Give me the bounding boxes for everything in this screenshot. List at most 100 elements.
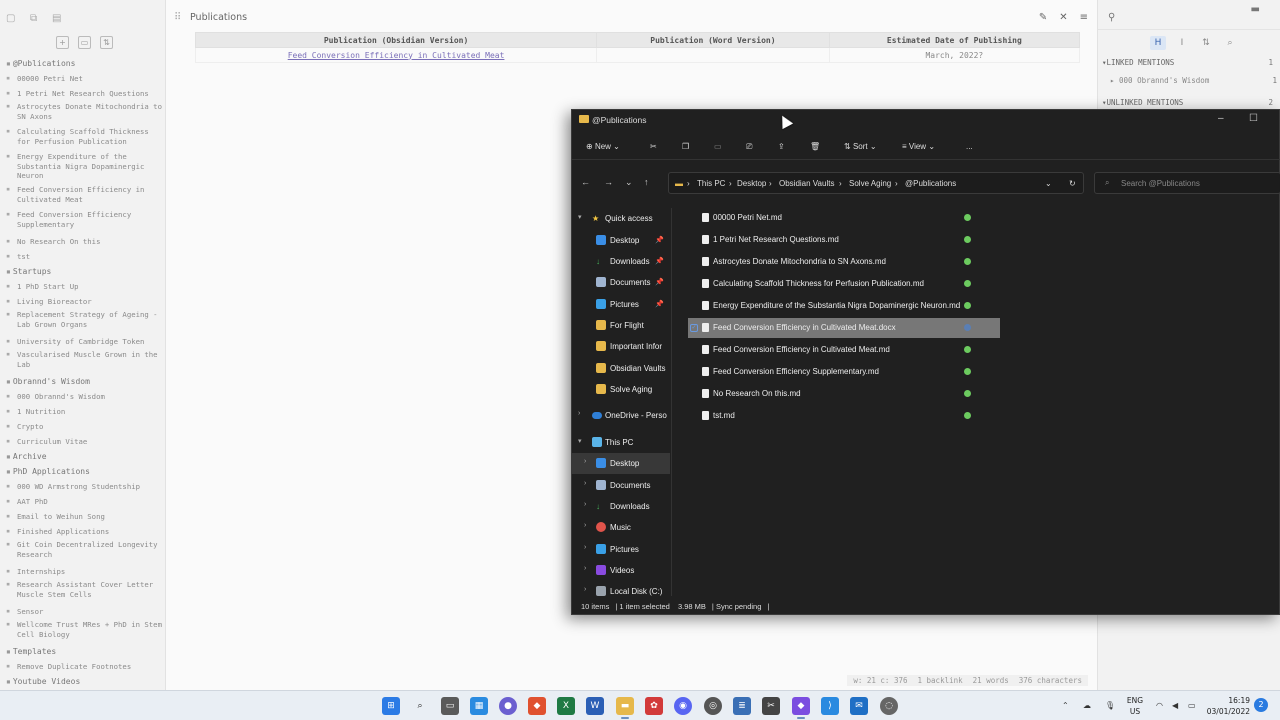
mail-icon[interactable]: ✉: [850, 697, 868, 715]
search-filter-icon[interactable]: ⌕: [1222, 36, 1238, 50]
breadcrumb-obsidian-vaults[interactable]: Obsidian Vaults: [779, 179, 834, 188]
refresh-icon[interactable]: ↻: [1069, 179, 1076, 188]
tree-file[interactable]: Feed Conversion Efficiency in Cultivated…: [0, 184, 165, 209]
nav-solve-aging[interactable]: Solve Aging: [572, 379, 670, 400]
sort-icon[interactable]: ⇅: [100, 36, 113, 49]
notepad-icon[interactable]: ≣: [733, 697, 751, 715]
tree-file[interactable]: No Research On this: [0, 234, 165, 249]
snipping-tool-icon[interactable]: ✂: [762, 697, 780, 715]
widgets-icon[interactable]: ▦: [470, 697, 488, 715]
breadcrumb-desktop[interactable]: Desktop: [737, 179, 766, 188]
tree-file[interactable]: AAT PhD: [0, 494, 165, 509]
share-icon[interactable]: ⇪: [778, 142, 785, 151]
recent-locations-icon[interactable]: ⌄: [625, 177, 633, 188]
tree-file[interactable]: Crypto: [0, 419, 165, 434]
tree-file[interactable]: 000 Obrannd's Wisdom: [0, 389, 165, 404]
discord-icon[interactable]: ◉: [674, 697, 692, 715]
tree-file[interactable]: Git Coin Decentralized Longevity Researc…: [0, 539, 165, 564]
more-options-icon[interactable]: ≡: [1080, 12, 1088, 23]
tree-file[interactable]: Email to Weihun Song: [0, 509, 165, 524]
tree-file[interactable]: Curriculum Vitae: [0, 434, 165, 449]
see-more-button[interactable]: ...: [966, 142, 973, 151]
tree-file[interactable]: Internships: [0, 564, 165, 579]
rename-icon[interactable]: ⎚: [746, 142, 752, 152]
up-icon[interactable]: ↑: [644, 177, 649, 187]
nav-quick-access[interactable]: ▾ ★ Quick access: [572, 208, 670, 229]
tree-file[interactable]: 000 WD Armstrong Studentship: [0, 479, 165, 494]
tree-file[interactable]: Living Bioreactor: [0, 294, 165, 309]
new-button[interactable]: ⊕ New ⌄: [586, 142, 620, 151]
nav-pc-documents[interactable]: › Documents: [572, 475, 670, 496]
nav-obsidian-vaults[interactable]: Obsidian Vaults: [572, 358, 670, 379]
nav-onedrive[interactable]: › OneDrive - Perso: [572, 405, 670, 426]
tree-folder[interactable]: ▪ Startups: [0, 264, 165, 279]
drag-handle-icon[interactable]: ⠿: [174, 12, 181, 23]
file-row[interactable]: tst.md: [688, 406, 1000, 426]
tree-file[interactable]: University of Cambridge Token: [0, 334, 165, 349]
tree-folder[interactable]: ▪ Obrannd's Wisdom: [0, 374, 165, 389]
view-button[interactable]: ≡ View ⌄: [902, 142, 935, 151]
tree-file[interactable]: Remove Duplicate Footnotes: [0, 659, 165, 674]
new-folder-icon[interactable]: ▭: [78, 36, 91, 49]
tree-folder[interactable]: ▪ Templates: [0, 644, 165, 659]
address-bar[interactable]: ▬ › This PC › Desktop › Obsidian Vaults …: [668, 172, 1084, 194]
tree-file[interactable]: Finished Applications: [0, 524, 165, 539]
tree-file[interactable]: Astrocytes Donate Mitochondria to SN Axo…: [0, 101, 165, 126]
tree-file[interactable]: 1 PhD Start Up: [0, 279, 165, 294]
new-note-icon[interactable]: +: [56, 36, 69, 49]
file-row[interactable]: Astrocytes Donate Mitochondria to SN Axo…: [688, 252, 1000, 272]
excel-icon[interactable]: X: [557, 697, 575, 715]
file-row[interactable]: No Research On this.md: [688, 384, 1000, 404]
address-dropdown-icon[interactable]: ⌄: [1045, 179, 1052, 188]
linked-mention-item[interactable]: ▸ 000 Obrannd's Wisdom 1: [1110, 76, 1277, 85]
files-tab-icon[interactable]: ▢: [6, 13, 15, 24]
tree-folder[interactable]: ▪ Archive: [0, 449, 165, 464]
cloud-icon[interactable]: ☁: [1083, 701, 1091, 710]
wifi-icon[interactable]: ◠: [1156, 701, 1163, 710]
app-icon[interactable]: ✿: [645, 697, 663, 715]
battery-icon[interactable]: ▭: [1188, 701, 1196, 710]
system-clock[interactable]: 16:19 03/01/2022: [1206, 695, 1250, 717]
start-icon[interactable]: ⊞: [382, 697, 400, 715]
tree-file[interactable]: Feed Conversion Efficiency Supplementary: [0, 209, 165, 234]
brave-browser-icon[interactable]: ◆: [528, 697, 546, 715]
file-row[interactable]: Calculating Scaffold Thickness for Perfu…: [688, 274, 1000, 294]
graph-icon[interactable]: ⚲: [1108, 12, 1115, 23]
checkbox-icon[interactable]: ✓: [690, 324, 698, 332]
delete-icon[interactable]: 🗑: [810, 142, 820, 151]
paste-icon[interactable]: ▭: [714, 142, 722, 151]
nav-important[interactable]: Important Infor: [572, 336, 670, 357]
search-icon[interactable]: ⌕: [411, 697, 429, 715]
nav-downloads[interactable]: ↓ Downloads 📌: [572, 251, 670, 272]
nav-pc-music[interactable]: › Music: [572, 517, 670, 538]
breadcrumb-solve-aging[interactable]: Solve Aging: [849, 179, 891, 188]
back-icon[interactable]: ←: [581, 177, 590, 187]
file-row[interactable]: Energy Expenditure of the Substantia Nig…: [688, 296, 1000, 316]
minimize-button[interactable]: –: [1218, 113, 1224, 124]
app-icon[interactable]: ◎: [704, 697, 722, 715]
search-tab-icon[interactable]: ⧉: [30, 13, 37, 24]
maximize-button[interactable]: ☐: [1249, 113, 1258, 124]
tree-file[interactable]: Calculating Scaffold Thickness for Perfu…: [0, 126, 165, 151]
backlink-count[interactable]: 1 backlink: [918, 676, 963, 685]
obsidian-icon[interactable]: ◆: [792, 697, 810, 719]
notification-badge[interactable]: 2: [1254, 698, 1268, 712]
tree-file[interactable]: Vascularised Muscle Grown in the Lab: [0, 349, 165, 374]
collapse-results-icon[interactable]: H: [1150, 36, 1166, 50]
file-row[interactable]: Feed Conversion Efficiency in Cultivated…: [688, 340, 1000, 360]
nav-pc-desktop[interactable]: › Desktop: [572, 453, 670, 474]
app-icon[interactable]: ◌: [880, 697, 898, 715]
vscode-icon[interactable]: ⟩: [821, 697, 839, 715]
breadcrumb-publications[interactable]: @Publications: [905, 179, 956, 188]
nav-pictures[interactable]: Pictures 📌: [572, 294, 670, 315]
nav-pc-local-disk[interactable]: › Local Disk (C:): [572, 581, 670, 596]
tree-file[interactable]: 00000 Petri Net: [0, 71, 165, 86]
chat-icon[interactable]: ●: [499, 697, 517, 715]
file-row[interactable]: Feed Conversion Efficiency Supplementary…: [688, 362, 1000, 382]
nav-pc-videos[interactable]: › Videos: [572, 560, 670, 581]
show-hidden-icons-icon[interactable]: ⌃: [1062, 701, 1069, 710]
close-pane-icon[interactable]: ✕: [1059, 12, 1067, 23]
tree-folder[interactable]: ▪ Youtube Videos: [0, 674, 165, 689]
breadcrumb-this-pc[interactable]: This PC: [697, 179, 725, 188]
file-explorer-icon[interactable]: ▬: [616, 697, 634, 719]
